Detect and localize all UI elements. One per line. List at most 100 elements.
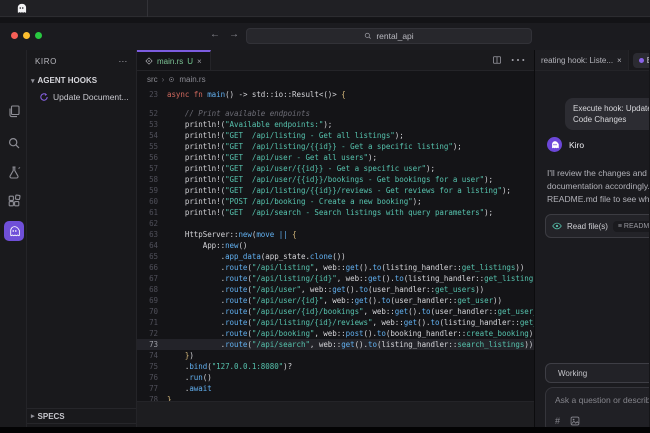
search-query: rental_api (376, 31, 413, 41)
code-line[interactable]: 73 .route("/api/search", web::get().to(l… (137, 339, 534, 350)
code-line[interactable]: 56 println!("GET /api/user - Get all use… (137, 152, 534, 163)
rust-file-icon (168, 76, 175, 83)
line-number: 63 (137, 229, 167, 240)
code-line[interactable]: 60 println!("POST /api/booking - Create … (137, 196, 534, 207)
chat-input[interactable]: Ask a question or describe a # (545, 387, 649, 427)
line-number: 55 (137, 141, 167, 152)
code-line[interactable]: 68 .route("/api/user", web::get().to(use… (137, 284, 534, 295)
assistant-name: Kiro (569, 140, 584, 150)
kiro-panel-icon[interactable] (4, 221, 24, 241)
code-line[interactable]: 75 .bind("127.0.0.1:8080")? (137, 361, 534, 372)
context-hash-icon[interactable]: # (555, 416, 560, 426)
line-number: 73 (137, 339, 167, 350)
activity-bar: ✓ (0, 50, 27, 427)
line-number: 61 (137, 207, 167, 218)
code-line[interactable]: 78} (137, 394, 534, 401)
code-line[interactable]: 69 .route("/api/user/{id}", web::get().t… (137, 295, 534, 306)
command-search-box[interactable]: rental_api (246, 28, 532, 44)
window-controls (11, 32, 42, 39)
code-line[interactable]: 67 .route("/api/listing/{id}", web::get(… (137, 273, 534, 284)
line-number: 65 (137, 251, 167, 262)
explorer-icon[interactable] (7, 104, 21, 118)
line-number: 77 (137, 383, 167, 394)
line-number: 66 (137, 262, 167, 273)
code-line[interactable]: 23async fn main() -> std::io::Result<()>… (137, 89, 534, 100)
kiro-logo-icon (16, 3, 27, 14)
file-badge[interactable]: ≡ README. (613, 221, 649, 232)
code-lines: 23async fn main() -> std::io::Result<()>… (137, 87, 534, 401)
code-line[interactable]: 58 println!("GET /api/user/{{id}}/bookin… (137, 174, 534, 185)
sidebar-title: KIRO (35, 57, 57, 66)
tab-main-rs[interactable]: main.rs U × (137, 50, 211, 70)
code-line[interactable]: 65 .app_data(app_state.clone()) (137, 251, 534, 262)
hook-item-update-document[interactable]: Update Document... (27, 89, 136, 105)
line-number: 62 (137, 218, 167, 229)
line-number: 67 (137, 273, 167, 284)
tab-status-dot (639, 58, 644, 63)
kiro-avatar (547, 137, 562, 152)
chevron-right-icon: ▸ (31, 412, 35, 420)
split-editor-icon[interactable] (492, 55, 502, 65)
line-number: 59 (137, 185, 167, 196)
code-line[interactable]: 77 .await (137, 383, 534, 394)
editor-tab-bar: main.rs U × ⋯ (137, 50, 534, 71)
eye-icon (552, 222, 562, 230)
code-line[interactable]: 70 .route("/api/user/{id}/bookings", web… (137, 306, 534, 317)
line-number: 60 (137, 196, 167, 207)
code-line[interactable]: 53 println!("Available endpoints:"); (137, 119, 534, 130)
breadcrumb[interactable]: src › main.rs (137, 71, 534, 87)
line-number: 56 (137, 152, 167, 163)
line-number: 64 (137, 240, 167, 251)
code-line[interactable]: 63 HttpServer::new(move || { (137, 229, 534, 240)
maximize-window-button[interactable] (35, 32, 42, 39)
close-tab-icon[interactable]: × (197, 57, 202, 66)
line-number: 57 (137, 163, 167, 174)
code-line[interactable]: 71 .route("/api/listing/{id}/reviews", w… (137, 317, 534, 328)
line-number: 53 (137, 119, 167, 130)
hook-icon (39, 92, 49, 102)
flask-icon[interactable] (7, 165, 21, 179)
code-line[interactable]: 76 .run() (137, 372, 534, 383)
untracked-marker: U (187, 57, 193, 66)
search-sidebar-icon[interactable] (7, 136, 21, 150)
breadcrumb-separator: › (162, 75, 165, 84)
close-tab-icon[interactable]: × (617, 56, 622, 65)
attach-image-icon[interactable] (570, 416, 580, 426)
code-line[interactable]: 66 .route("/api/listing", web::get().to(… (137, 262, 534, 273)
read-files-chip[interactable]: Read file(s) ≡ README. (545, 214, 649, 238)
section-agent-hooks[interactable]: ▾ AGENT HOOKS (27, 72, 136, 89)
code-line[interactable]: 52 // Print available endpoints (137, 108, 534, 119)
tab-execute-hook[interactable]: E (633, 53, 649, 68)
line-number: 72 (137, 328, 167, 339)
line-number: 54 (137, 130, 167, 141)
code-line[interactable]: 59 println!("GET /api/listing/{{id}}/rev… (137, 185, 534, 196)
status-bar (0, 427, 650, 433)
line-number: 58 (137, 174, 167, 185)
tab-creating-hook[interactable]: reating hook: Liste... × (535, 50, 629, 70)
line-number: 68 (137, 284, 167, 295)
code-line[interactable]: 72 .route("/api/booking", web::post().to… (137, 328, 534, 339)
rust-file-icon (145, 57, 153, 65)
minimize-window-button[interactable] (23, 32, 30, 39)
code-line[interactable]: 74 }) (137, 350, 534, 361)
code-editor[interactable]: 23async fn main() -> std::io::Result<()>… (137, 87, 534, 401)
forward-button[interactable]: → (229, 29, 239, 40)
extensions-icon[interactable] (7, 194, 21, 208)
working-status[interactable]: Working (545, 363, 649, 383)
editor-more-actions-icon[interactable]: ⋯ (510, 50, 526, 70)
close-window-button[interactable] (11, 32, 18, 39)
sidebar-menu-button[interactable]: ⋯ (118, 56, 128, 67)
back-button[interactable]: ← (210, 29, 220, 40)
chat-tab-bar: reating hook: Liste... × E (535, 50, 649, 71)
code-line[interactable]: 57 println!("GET /api/user/{{id}} - Get … (137, 163, 534, 174)
code-line[interactable]: 64 App::new() (137, 240, 534, 251)
section-specs[interactable]: ▸ SPECS (27, 408, 136, 423)
code-line[interactable]: 62 (137, 218, 534, 229)
line-number: 69 (137, 295, 167, 306)
code-line[interactable]: 54 println!("GET /api/listing - Get all … (137, 130, 534, 141)
line-number: 74 (137, 350, 167, 361)
code-line[interactable]: 61 println!("GET /api/search - Search li… (137, 207, 534, 218)
line-number: 71 (137, 317, 167, 328)
code-line[interactable]: 55 println!("GET /api/listing/{{id}} - G… (137, 141, 534, 152)
kiro-chat-panel: reating hook: Liste... × E Execute hook:… (534, 50, 649, 427)
